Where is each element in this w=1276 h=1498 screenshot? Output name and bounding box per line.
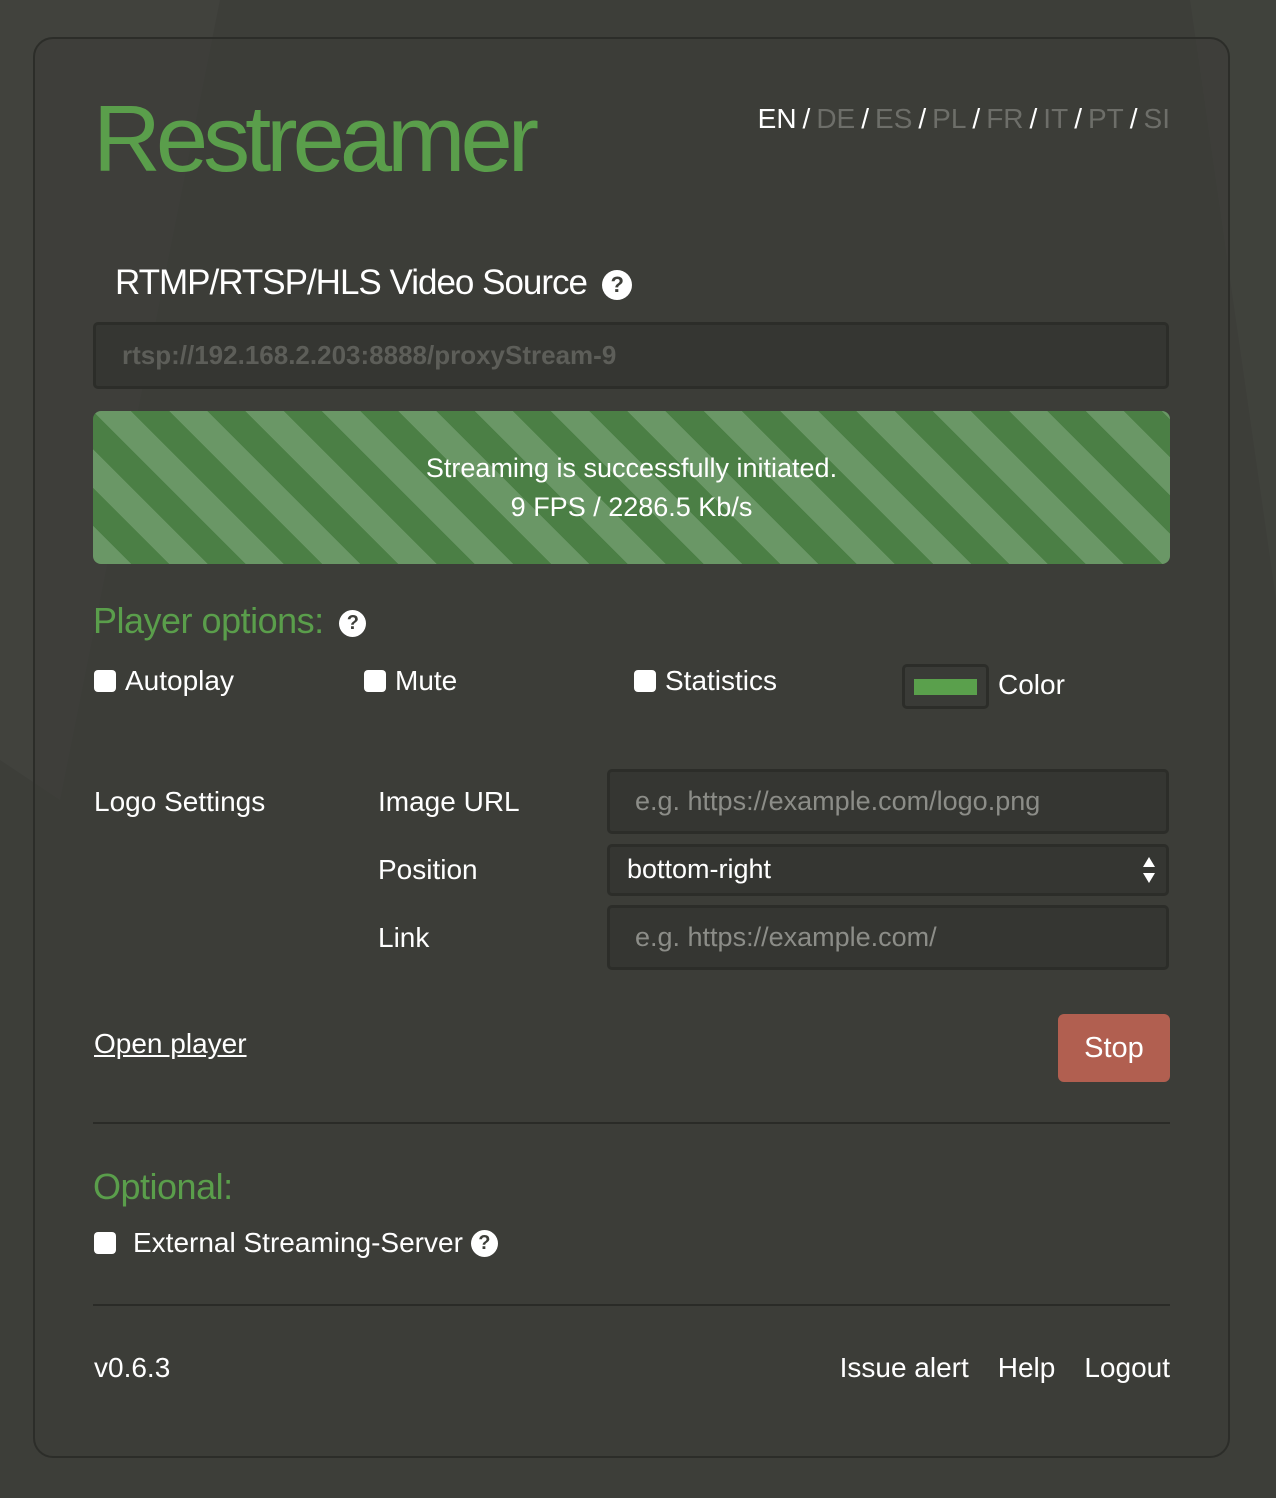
external-server-option[interactable]: External Streaming-Server ? bbox=[94, 1227, 498, 1259]
link-input[interactable]: e.g. https://example.com/ bbox=[607, 905, 1169, 970]
divider bbox=[93, 1304, 1170, 1306]
lang-en[interactable]: EN bbox=[758, 103, 797, 134]
mute-checkbox[interactable] bbox=[364, 670, 386, 692]
statistics-checkbox[interactable] bbox=[634, 670, 656, 692]
lang-separator: / bbox=[972, 103, 981, 134]
lang-es[interactable]: ES bbox=[875, 103, 912, 134]
lang-separator: / bbox=[1029, 103, 1038, 134]
lang-pl[interactable]: PL bbox=[932, 103, 966, 134]
lang-fr[interactable]: FR bbox=[986, 103, 1023, 134]
divider bbox=[93, 1122, 1170, 1124]
lang-separator: / bbox=[802, 103, 811, 134]
position-select-value: bottom-right bbox=[627, 854, 772, 884]
player-options-title: Player options: ? bbox=[93, 600, 367, 642]
open-player-link[interactable]: Open player bbox=[94, 1028, 247, 1060]
lang-it[interactable]: IT bbox=[1043, 103, 1068, 134]
language-switcher: EN / DE / ES / PL / FR / IT / PT / SI bbox=[758, 103, 1170, 135]
status-message: Streaming is successfully initiated. bbox=[425, 453, 838, 483]
stream-status-banner: Streaming is successfully initiated. 9 F… bbox=[93, 411, 1170, 564]
mute-label: Mute bbox=[395, 665, 458, 696]
image-url-label: Image URL bbox=[378, 786, 520, 817]
autoplay-option[interactable]: Autoplay bbox=[94, 665, 234, 697]
select-arrows-icon bbox=[1143, 857, 1155, 883]
lang-separator: / bbox=[861, 103, 870, 134]
lang-separator: / bbox=[1129, 103, 1138, 134]
statistics-option[interactable]: Statistics bbox=[634, 665, 777, 697]
position-select[interactable]: bottom-right bbox=[607, 844, 1169, 896]
player-options-label: Player options: bbox=[93, 600, 324, 641]
external-server-checkbox[interactable] bbox=[94, 1232, 116, 1254]
color-picker[interactable] bbox=[902, 664, 989, 709]
footer-links: Issue alert Help Logout bbox=[840, 1352, 1170, 1384]
video-source-input[interactable]: rtsp://192.168.2.203:8888/proxyStream-9 bbox=[93, 322, 1169, 389]
external-server-label: External Streaming-Server bbox=[133, 1227, 463, 1258]
lang-pt[interactable]: PT bbox=[1088, 103, 1124, 134]
logout-link[interactable]: Logout bbox=[1084, 1352, 1170, 1384]
lang-separator: / bbox=[918, 103, 927, 134]
mute-option[interactable]: Mute bbox=[364, 665, 457, 697]
logo-settings-title: Logo Settings bbox=[94, 786, 266, 817]
color-swatch-fill bbox=[914, 679, 977, 695]
position-label: Position bbox=[378, 854, 478, 885]
issue-alert-link[interactable]: Issue alert bbox=[840, 1352, 969, 1384]
color-label: Color bbox=[998, 669, 1065, 700]
app-logo: Restreamer bbox=[93, 86, 539, 191]
question-circle-icon[interactable]: ? bbox=[470, 1229, 498, 1257]
status-stats: 9 FPS / 2286.5 Kb/s bbox=[510, 492, 753, 522]
video-source-title: RTMP/RTSP/HLS Video Source ? bbox=[115, 263, 632, 303]
optional-title: Optional: bbox=[93, 1166, 233, 1207]
image-url-input[interactable]: e.g. https://example.com/logo.png bbox=[607, 769, 1169, 834]
lang-de[interactable]: DE bbox=[816, 103, 855, 134]
lang-si[interactable]: SI bbox=[1144, 103, 1170, 134]
video-source-label: RTMP/RTSP/HLS Video Source bbox=[115, 263, 588, 302]
question-circle-icon[interactable]: ? bbox=[601, 269, 632, 300]
stop-button[interactable]: Stop bbox=[1058, 1014, 1170, 1082]
autoplay-label: Autoplay bbox=[125, 665, 234, 696]
statistics-label: Statistics bbox=[665, 665, 778, 696]
lang-separator: / bbox=[1074, 103, 1082, 134]
link-label: Link bbox=[378, 922, 430, 953]
help-link[interactable]: Help bbox=[998, 1352, 1056, 1384]
version-label: v0.6.3 bbox=[94, 1352, 171, 1383]
question-circle-icon[interactable]: ? bbox=[339, 609, 367, 637]
autoplay-checkbox[interactable] bbox=[94, 670, 116, 692]
